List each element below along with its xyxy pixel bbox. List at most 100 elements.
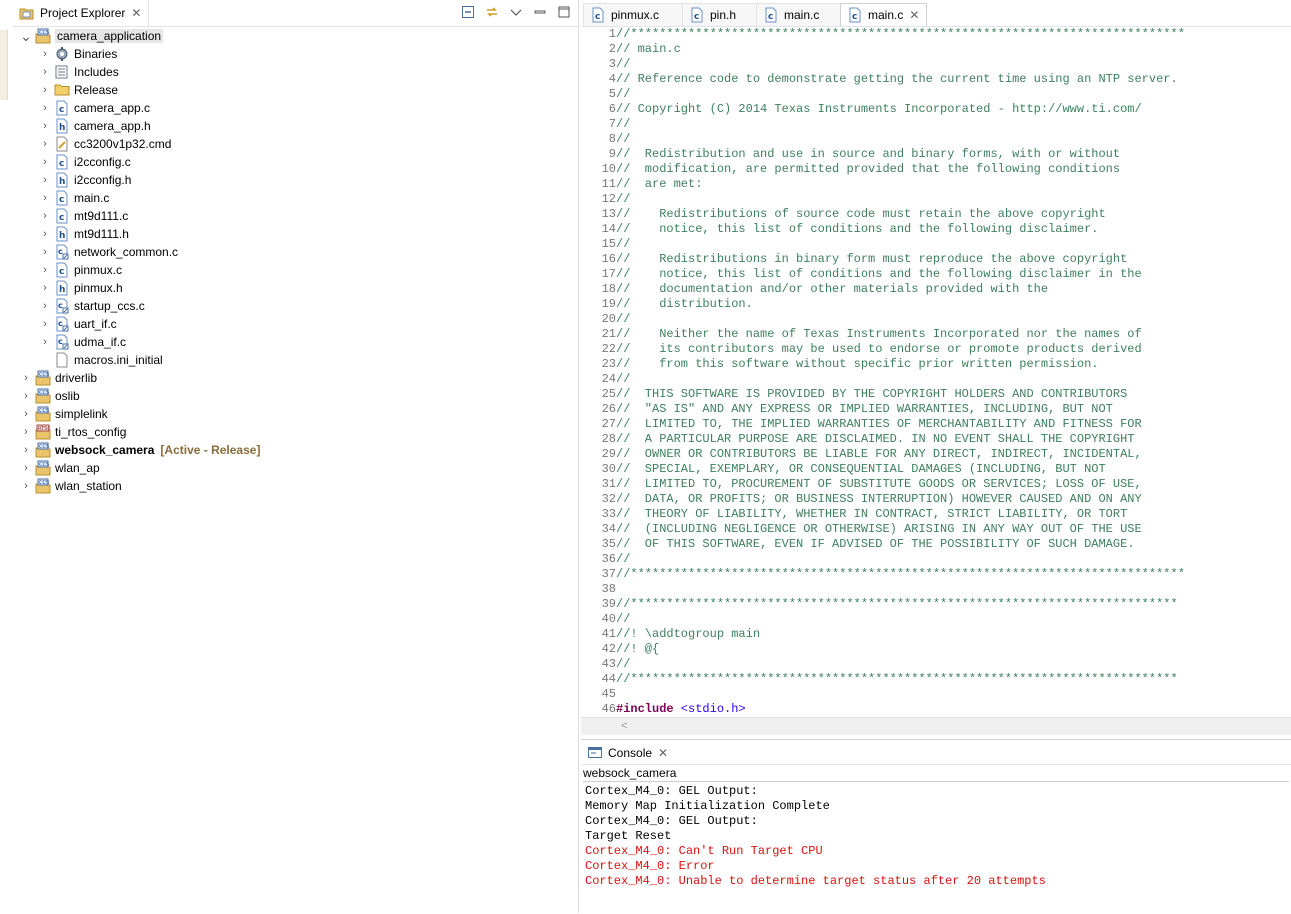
code-text: // <box>616 552 631 566</box>
tree-item-oslib[interactable]: › CCS oslib <box>19 387 80 405</box>
editor-tab-pinmux-c[interactable]: c pinmux.c <box>583 3 686 26</box>
line-number: 24 <box>601 372 616 386</box>
chevron-right-icon[interactable]: › <box>38 138 52 150</box>
code-text: //**************************************… <box>616 27 1185 41</box>
tree-item-pinmux-h[interactable]: › h pinmux.h <box>38 279 123 297</box>
chevron-right-icon[interactable]: › <box>19 408 33 420</box>
console-tab[interactable]: Console ✕ <box>583 741 673 764</box>
line-number: 45 <box>601 687 616 701</box>
chevron-right-icon[interactable]: › <box>19 426 33 438</box>
h-file-icon: h <box>54 280 70 296</box>
link-with-editor-icon[interactable] <box>484 4 500 20</box>
svg-text:h: h <box>59 123 65 133</box>
tree-item-driverlib[interactable]: › CCS driverlib <box>19 369 97 387</box>
chevron-right-icon[interactable]: › <box>38 336 52 348</box>
chevron-right-icon[interactable]: › <box>19 444 33 456</box>
chevron-right-icon[interactable]: › <box>19 372 33 384</box>
chevron-right-icon[interactable]: › <box>38 264 52 276</box>
chevron-right-icon[interactable]: › <box>38 156 52 168</box>
line-number: 36 <box>601 552 616 566</box>
tree-item-includes[interactable]: › Includes <box>38 63 119 81</box>
collapse-all-icon[interactable] <box>460 4 476 20</box>
tree-item-simplelink[interactable]: › CCS simplelink <box>19 405 108 423</box>
chevron-right-icon[interactable]: › <box>19 390 33 402</box>
tree-item-pinmux-c[interactable]: › c pinmux.c <box>38 261 122 279</box>
chevron-right-icon[interactable]: › <box>38 120 52 132</box>
chevron-right-icon[interactable]: › <box>38 228 52 240</box>
tree-item-i2cconfig-h[interactable]: › h i2cconfig.h <box>38 171 131 189</box>
chevron-right-icon[interactable]: › <box>38 210 52 222</box>
chevron-right-icon[interactable]: › <box>38 300 52 312</box>
chevron-right-icon[interactable]: › <box>38 66 52 78</box>
code-text: // <box>616 87 631 101</box>
close-icon[interactable]: ✕ <box>908 9 920 21</box>
maximize-icon[interactable] <box>556 4 572 20</box>
view-menu-icon[interactable] <box>508 4 524 20</box>
tree-item-label: Binaries <box>74 47 118 61</box>
minimized-view-marker[interactable] <box>0 30 8 100</box>
chevron-right-icon[interactable]: › <box>38 192 52 204</box>
chevron-right-icon[interactable]: › <box>38 102 52 114</box>
project-explorer-tab[interactable]: Project Explorer ✕ <box>13 0 150 26</box>
code-text: // documentation and/or other materials … <box>616 282 1049 296</box>
h-file-icon: h <box>54 226 70 242</box>
code-text: // <box>616 657 631 671</box>
line-number: 41 <box>601 627 616 641</box>
editor-tab-pin-h[interactable]: c pin.h <box>682 3 763 26</box>
code-line: 17// notice, this list of conditions and… <box>581 267 1142 282</box>
tree-item-uart-if-c[interactable]: › c uart_if.c <box>38 315 117 333</box>
tree-item-camera-application[interactable]: ⌄ CCS camera_application <box>19 27 164 45</box>
line-number: 20 <box>601 312 616 326</box>
tree-item-udma-if-c[interactable]: › c udma_if.c <box>38 333 126 351</box>
line-number: 23 <box>601 357 616 371</box>
code-line: 34// (INCLUDING NEGLIGENCE OR OTHERWISE)… <box>581 522 1142 537</box>
chevron-right-icon[interactable]: › <box>19 480 33 492</box>
chevron-right-icon[interactable]: › <box>38 318 52 330</box>
code-area[interactable]: 1//*************************************… <box>581 27 1291 717</box>
tree-item-wlan-ap[interactable]: › CCS wlan_ap <box>19 459 100 477</box>
line-number: 46 <box>601 702 616 716</box>
code-text: // <box>616 612 631 626</box>
chevron-down-icon[interactable]: ⌄ <box>19 28 33 45</box>
horizontal-scrollbar[interactable]: < <box>581 717 1291 735</box>
tree-item-ti-rtos-config[interactable]: › RTSC ti_rtos_config <box>19 423 126 441</box>
c-file-icon: c <box>54 190 70 206</box>
tree-item-release[interactable]: › Release <box>38 81 118 99</box>
tree-item-camera-app-h[interactable]: › h camera_app.h <box>38 117 151 135</box>
tree-item-cc3200v1p32-cmd[interactable]: › cc3200v1p32.cmd <box>38 135 171 153</box>
chevron-right-icon[interactable]: › <box>38 246 52 258</box>
tree-item-network-common-c[interactable]: › c network_common.c <box>38 243 178 261</box>
svg-text:h: h <box>59 177 65 187</box>
line-number: 28 <box>601 432 616 446</box>
c-file-icon: c <box>590 7 606 23</box>
tree-item-mt9d111-c[interactable]: › c mt9d111.c <box>38 207 128 225</box>
tree-item-mt9d111-h[interactable]: › h mt9d111.h <box>38 225 129 243</box>
console-line: Cortex_M4_0: GEL Output: <box>585 814 758 828</box>
code-line: 16// Redistributions in binary form must… <box>581 252 1128 267</box>
tree-item-wlan-station[interactable]: › CCS wlan_station <box>19 477 122 495</box>
tree-item-label: cc3200v1p32.cmd <box>74 137 172 151</box>
editor-tab-main-c[interactable]: c main.c <box>756 3 846 26</box>
cmd-file-icon <box>54 136 70 152</box>
scroll-left-icon[interactable]: < <box>621 720 627 732</box>
folder-icon <box>54 82 70 98</box>
tree-item-label: udma_if.c <box>74 335 127 349</box>
close-icon[interactable]: ✕ <box>130 7 142 19</box>
tree-item-macros-ini-initial[interactable]: macros.ini_initial <box>38 351 163 369</box>
chevron-right-icon[interactable]: › <box>38 48 52 60</box>
tree-item-main-c[interactable]: › c main.c <box>38 189 109 207</box>
chevron-right-icon[interactable]: › <box>38 174 52 186</box>
code-line: 35// OF THIS SOFTWARE, EVEN IF ADVISED O… <box>581 537 1135 552</box>
chevron-right-icon[interactable]: › <box>38 282 52 294</box>
tree-item-binaries[interactable]: › Binaries <box>38 45 117 63</box>
tree-item-websock-camera[interactable]: › CCS websock_camera [Active - Release] <box>19 441 260 459</box>
tree-item-camera-app-c[interactable]: › c camera_app.c <box>38 99 150 117</box>
editor-tab-main-c[interactable]: c main.c ✕ <box>840 3 928 26</box>
code-text: // <box>616 372 631 386</box>
chevron-right-icon[interactable]: › <box>38 84 52 96</box>
close-icon[interactable]: ✕ <box>657 747 669 759</box>
chevron-right-icon[interactable]: › <box>19 462 33 474</box>
tree-item-i2cconfig-c[interactable]: › c i2cconfig.c <box>38 153 131 171</box>
tree-item-startup-ccs-c[interactable]: › c startup_ccs.c <box>38 297 145 315</box>
minimize-icon[interactable] <box>532 4 548 20</box>
